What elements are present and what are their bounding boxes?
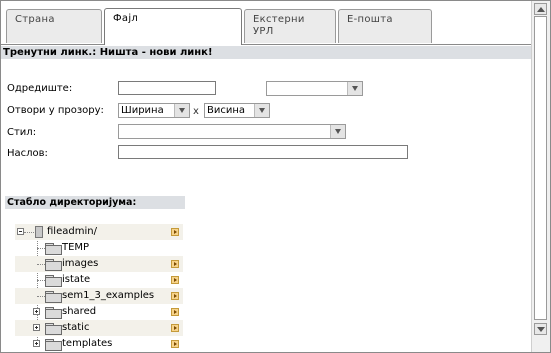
width-select-value: Ширина bbox=[121, 105, 164, 116]
title-label: Наслов: bbox=[7, 148, 48, 159]
current-link-bar: Тренутни линк.: Ништа - нови линк! bbox=[1, 45, 532, 59]
tab-file[interactable]: Фајл bbox=[104, 8, 242, 45]
tree-item-templates[interactable]: templates bbox=[15, 336, 183, 352]
arrow-right-icon[interactable] bbox=[171, 340, 179, 348]
title-input[interactable] bbox=[118, 145, 408, 159]
tree-connector bbox=[37, 264, 45, 265]
vertical-scrollbar[interactable] bbox=[531, 1, 550, 352]
target-label: Одредиште: bbox=[7, 83, 73, 94]
folder-icon bbox=[45, 339, 62, 351]
folder-icon bbox=[45, 291, 62, 303]
folder-icon bbox=[45, 243, 62, 255]
tree-item-images[interactable]: images bbox=[15, 256, 183, 272]
arrow-right-icon[interactable] bbox=[171, 276, 179, 284]
times-sign: x bbox=[193, 106, 199, 117]
arrow-right-icon[interactable] bbox=[171, 292, 179, 300]
tree-connector bbox=[37, 248, 45, 249]
minus-icon[interactable] bbox=[17, 228, 24, 235]
tree-item-label: templates bbox=[62, 338, 113, 349]
tree-item-istate[interactable]: istate bbox=[15, 272, 183, 288]
tab-page-label: Страна bbox=[15, 14, 55, 25]
tab-file-label: Фајл bbox=[113, 13, 139, 24]
open-in-window-label: Отвори у прозору: bbox=[7, 105, 104, 116]
chevron-down-icon bbox=[347, 82, 362, 95]
plus-icon[interactable] bbox=[33, 324, 40, 331]
height-select[interactable]: Висина bbox=[204, 103, 270, 118]
plus-icon[interactable] bbox=[33, 340, 40, 347]
chevron-down-icon bbox=[330, 125, 345, 138]
tab-page[interactable]: Страна bbox=[6, 9, 102, 43]
height-select-value: Висина bbox=[207, 105, 246, 116]
tree-item-sem1-3-examples[interactable]: sem1_3_examples bbox=[15, 288, 183, 304]
chevron-down-icon bbox=[174, 104, 189, 117]
arrow-right-icon[interactable] bbox=[171, 308, 179, 316]
tree-item-temp[interactable]: TEMP bbox=[15, 240, 183, 256]
folder-icon bbox=[45, 275, 62, 287]
tree-connector bbox=[37, 296, 45, 297]
chevron-down-icon bbox=[254, 104, 269, 117]
folder-icon bbox=[45, 307, 62, 319]
tab-email-label: Е-пошта bbox=[347, 14, 393, 25]
folder-icon bbox=[45, 259, 62, 271]
target-input[interactable] bbox=[118, 81, 216, 95]
tree-item-label: static bbox=[62, 322, 90, 333]
tree-root-label: fileadmin/ bbox=[47, 226, 97, 237]
scrollbar-thumb[interactable] bbox=[534, 16, 547, 320]
tree-item-label: shared bbox=[62, 306, 97, 317]
tree-item-label: images bbox=[62, 258, 99, 269]
tree-item-label: sem1_3_examples bbox=[62, 290, 155, 301]
arrow-right-icon[interactable] bbox=[171, 324, 179, 332]
style-select[interactable] bbox=[118, 124, 346, 139]
arrow-right-icon[interactable] bbox=[171, 260, 179, 268]
tree-connector bbox=[37, 280, 45, 281]
tab-external-url-label: Екстерни УРЛ bbox=[253, 14, 305, 37]
folder-icon bbox=[45, 323, 62, 335]
tree-item-label: istate bbox=[62, 274, 91, 285]
directory-tree-heading: Стабло директоријума: bbox=[5, 196, 185, 209]
tree-item-static[interactable]: static bbox=[15, 320, 183, 336]
width-select[interactable]: Ширина bbox=[118, 103, 190, 118]
tab-external-url[interactable]: Екстерни УРЛ bbox=[244, 9, 336, 43]
tree-root-row[interactable]: fileadmin/ bbox=[15, 224, 183, 240]
scroll-down-icon[interactable] bbox=[534, 323, 547, 335]
drive-icon bbox=[35, 226, 43, 238]
scroll-up-icon[interactable] bbox=[534, 3, 547, 15]
tab-email[interactable]: Е-пошта bbox=[338, 9, 432, 43]
link-browser-window: Страна Фајл Екстерни УРЛ Е-пошта Тренутн… bbox=[0, 0, 551, 353]
plus-icon[interactable] bbox=[33, 308, 40, 315]
tree-item-shared[interactable]: shared bbox=[15, 304, 183, 320]
current-link-text: Тренутни линк.: Ништа - нови линк! bbox=[3, 47, 213, 58]
tree-item-label: TEMP bbox=[62, 242, 90, 253]
target-select[interactable] bbox=[266, 81, 363, 96]
style-label: Стил: bbox=[7, 127, 37, 138]
arrow-right-icon[interactable] bbox=[171, 228, 179, 236]
tab-bar: Страна Фајл Екстерни УРЛ Е-пошта bbox=[1, 1, 532, 45]
tree-connector bbox=[24, 232, 34, 233]
